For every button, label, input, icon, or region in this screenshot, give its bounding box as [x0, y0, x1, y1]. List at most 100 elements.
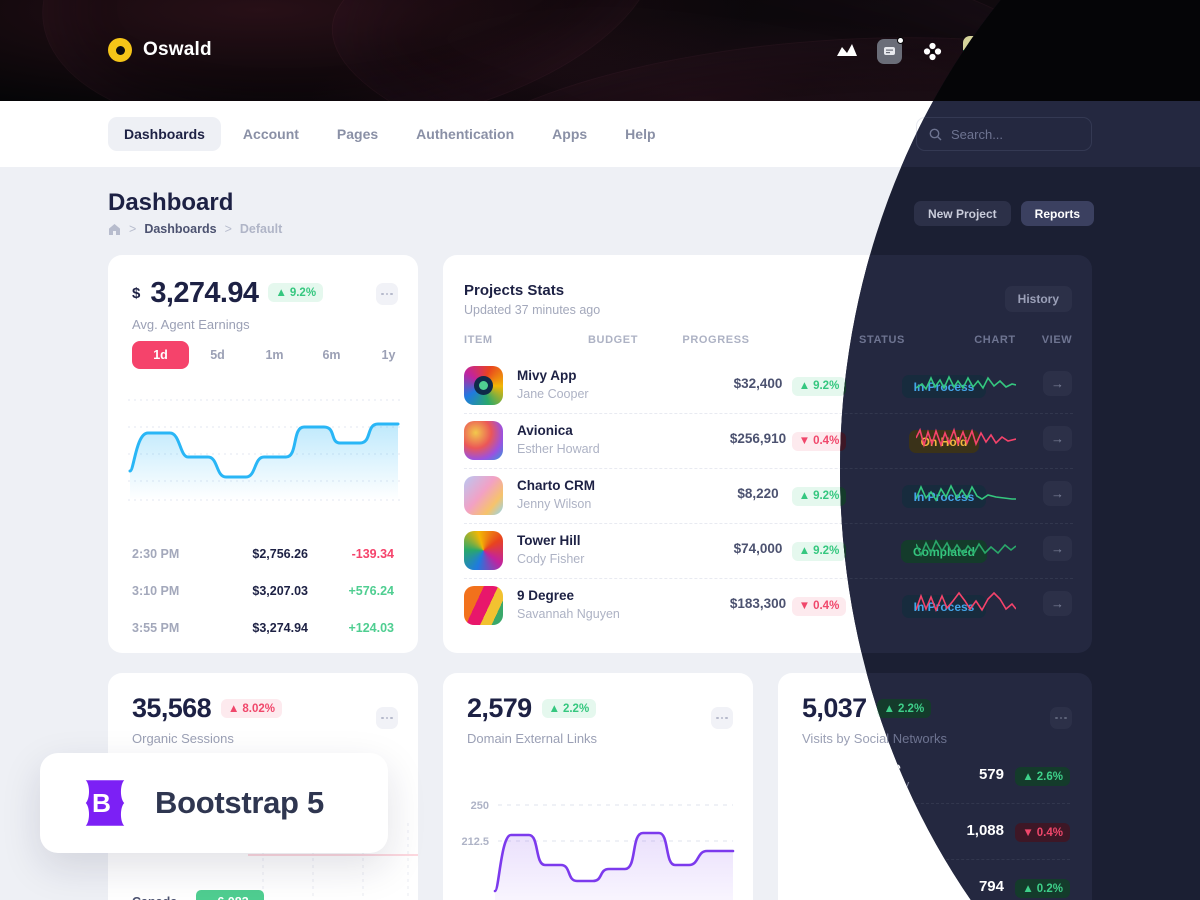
earnings-area-chart [128, 399, 400, 501]
social-delta-badge: ▲ 2.2% [876, 699, 932, 718]
col-progress: PROGRESS [682, 334, 750, 346]
arrow-up-icon: ▲ [1022, 882, 1034, 895]
col-item: ITEM [464, 334, 493, 346]
organic-label: Organic Sessions [132, 731, 234, 746]
arrow-up-icon: ▲ [227, 702, 240, 715]
bootstrap-label: Bootstrap 5 [155, 785, 324, 820]
breadcrumb-default: Default [239, 222, 283, 236]
earnings-label: Avg. Agent Earnings [132, 317, 250, 332]
social-delta: ▲ 0.2% [1015, 879, 1070, 898]
arrow-down-icon: ▼ [798, 435, 811, 447]
row-sparkline [916, 427, 1016, 448]
nav-items: Dashboards Account Pages Authentication … [108, 117, 672, 151]
row-amount: $2,756.26 [252, 547, 308, 561]
row-time: 3:10 PM [132, 584, 180, 598]
social-value-count: 794 [978, 878, 1004, 895]
arrow-up-icon: ▲ [798, 380, 811, 392]
nav-item-apps[interactable]: Apps [536, 117, 603, 151]
project-thumbnail [464, 476, 503, 515]
domain-links-card: 2,579 ▲ 2.2% Domain External Links 250 2… [443, 673, 753, 900]
arrow-up-icon: ▲ [275, 286, 287, 299]
social-value: 5,037 [802, 693, 867, 723]
view-row-button[interactable]: → [1043, 426, 1072, 451]
notification-dot [897, 36, 905, 44]
nav-item-help[interactable]: Help [609, 117, 671, 151]
bootstrap-icon: B [85, 780, 125, 826]
domain-kpi: 2,579 ▲ 2.2% Domain External Links [467, 695, 597, 747]
organic-kpi: 35,568 ▲ 8.02% Organic Sessions [132, 695, 282, 746]
projects-title: Projects Stats [464, 282, 565, 299]
analytics-icon[interactable] [834, 39, 859, 64]
domain-area-chart: 250 212.5 [461, 800, 735, 900]
nav-item-account[interactable]: Account [227, 117, 315, 151]
row-time: 3:55 PM [132, 621, 180, 635]
view-row-button[interactable]: → [1043, 481, 1072, 506]
earnings-delta-value: 9.2% [289, 286, 317, 299]
earnings-value: 3,274.94 [150, 277, 259, 309]
search-input-dark[interactable]: Search... [916, 117, 1092, 151]
reports-button[interactable]: Reports [1020, 201, 1094, 226]
row-delta: -139.34 [351, 547, 394, 561]
view-row-button[interactable]: → [1043, 536, 1072, 561]
social-more-button[interactable] [1050, 707, 1072, 729]
nav-item-dashboards[interactable]: Dashboards [108, 117, 221, 151]
arrow-down-icon: ▼ [1022, 826, 1034, 839]
organic-more-button[interactable] [376, 707, 398, 729]
row-sparkline [916, 591, 1016, 613]
col-budget: BUDGET [587, 334, 639, 346]
earnings-delta-badge: ▲ 9.2% [268, 283, 324, 302]
brand-logo[interactable]: Oswald [108, 38, 212, 62]
oswald-logo-icon [108, 38, 132, 62]
page-title: Dashboard [108, 189, 234, 216]
brand-name: Oswald [143, 39, 212, 60]
project-name: Charto CRM [517, 478, 595, 493]
project-owner: Savannah Nguyen [517, 607, 620, 621]
project-thumbnail [464, 421, 503, 460]
view-row-button[interactable]: → [1043, 591, 1072, 616]
home-icon [109, 223, 120, 235]
domain-more-button[interactable] [711, 707, 733, 729]
social-delta-value: 2.2% [897, 702, 925, 715]
row-time: 2:30 PM [132, 547, 180, 561]
search-icon [929, 128, 942, 140]
breadcrumb-dashboards[interactable]: Dashboards [144, 222, 216, 236]
arrow-up-icon: ▲ [798, 545, 811, 557]
arrow-up-icon: ▲ [548, 702, 560, 715]
arrow-down-icon: ▼ [798, 600, 811, 612]
row-amount: $3,207.03 [252, 584, 308, 598]
earnings-row: 3:10 PM $3,207.03 +576.24 [132, 584, 394, 598]
project-owner: Jane Cooper [517, 387, 589, 401]
breadcrumb: > Dashboards > Default [108, 222, 282, 236]
ytick-212: 212.5 [461, 836, 489, 848]
project-name: Mivy App [517, 368, 577, 383]
breadcrumb-sep: > [129, 222, 137, 236]
earnings-card: $ 3,274.94 ▲ 9.2% Avg. Agent Earnings 1d… [108, 255, 418, 653]
project-thumbnail [464, 531, 503, 570]
search-placeholder: Search... [951, 126, 1004, 142]
nav-item-authentication[interactable]: Authentication [400, 117, 530, 151]
svg-text:B: B [92, 788, 111, 818]
social-value-count: 579 [978, 766, 1004, 783]
project-thumbnail [464, 586, 503, 625]
organic-delta-value: 8.02% [242, 702, 275, 715]
bar-value-label: 6,083 [203, 895, 263, 900]
nav-item-pages[interactable]: Pages [321, 117, 394, 151]
row-sparkline [916, 375, 1016, 391]
col-status: STATUS [859, 334, 905, 346]
history-button[interactable]: History [1004, 286, 1072, 312]
ytick-250: 250 [471, 800, 489, 812]
page-action-buttons-dark: New Project Reports [913, 201, 1094, 226]
row-delta: +576.24 [348, 584, 394, 598]
row-sparkline [916, 539, 1016, 558]
project-name: Tower Hill [517, 533, 581, 548]
arrow-up-icon: ▲ [1022, 770, 1034, 783]
row-delta: +124.03 [348, 621, 394, 635]
share-icon[interactable] [920, 39, 945, 64]
project-owner: Jenny Wilson [517, 497, 592, 511]
new-project-button[interactable]: New Project [913, 201, 1011, 226]
earnings-row: 2:30 PM $2,756.26 -139.34 [132, 547, 394, 561]
row-amount: $3,274.94 [252, 621, 308, 635]
view-row-button[interactable]: → [1043, 371, 1072, 396]
message-icon[interactable] [877, 36, 905, 64]
earnings-more-button[interactable] [376, 283, 398, 305]
